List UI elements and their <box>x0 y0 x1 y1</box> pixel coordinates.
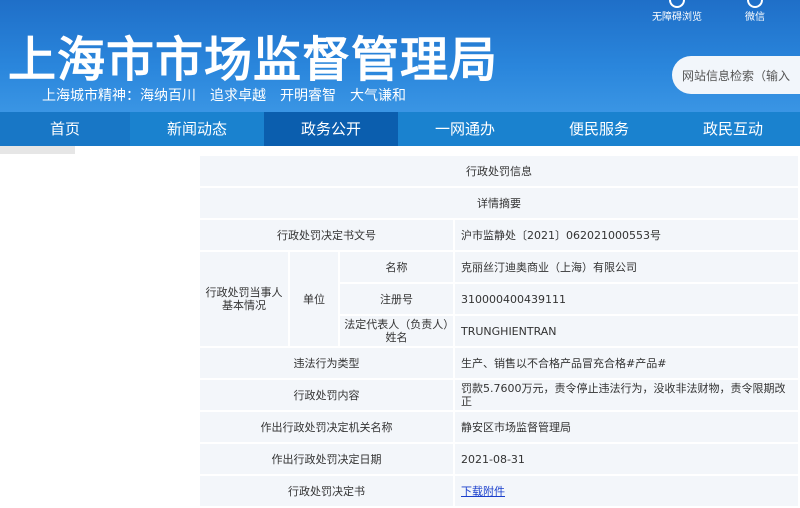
content-label: 行政处罚内容 <box>200 380 455 410</box>
wechat-icon <box>747 0 763 8</box>
nav-one-net[interactable]: 一网通办 <box>398 112 532 146</box>
search-input[interactable]: 网站信息检索（输入 <box>672 56 800 94</box>
summary-heading: 详情摘要 <box>200 188 800 218</box>
left-shadow <box>0 146 75 154</box>
file-label: 行政处罚决定书 <box>200 476 455 506</box>
site-header: 上海市市场监督管理局 上海城市精神：海纳百川 追求卓越 开明睿智 大气谦和 无障… <box>0 0 800 112</box>
penalty-table: 行政处罚信息 详情摘要 行政处罚决定书文号 沪市监静处〔2021〕06202100… <box>200 154 800 508</box>
wechat-label: 微信 <box>745 12 765 23</box>
doc-no-label: 行政处罚决定书文号 <box>200 220 455 250</box>
reg-label: 注册号 <box>340 284 455 314</box>
name-label: 名称 <box>340 252 455 282</box>
site-title: 上海市市场监督管理局 <box>8 32 499 88</box>
nav-news[interactable]: 新闻动态 <box>130 112 264 146</box>
reg-value: 310000400439111 <box>455 284 800 314</box>
accessibility-label: 无障碍浏览 <box>652 12 702 23</box>
nav-home[interactable]: 首页 <box>0 112 130 146</box>
party-label: 行政处罚当事人基本情况 <box>200 252 290 346</box>
wechat-button[interactable]: 微信 <box>738 0 772 23</box>
main-nav: 首页 新闻动态 政务公开 一网通办 便民服务 政民互动 <box>0 112 800 146</box>
date-label: 作出行政处罚决定日期 <box>200 444 455 474</box>
nav-interaction[interactable]: 政民互动 <box>666 112 800 146</box>
type-value: 生产、销售以不合格产品冒充合格#产品# <box>455 348 800 378</box>
org-label: 作出行政处罚决定机关名称 <box>200 412 455 442</box>
table-title: 行政处罚信息 <box>200 156 800 186</box>
nav-services[interactable]: 便民服务 <box>532 112 666 146</box>
accessibility-button[interactable]: 无障碍浏览 <box>648 0 706 23</box>
doc-no-value: 沪市监静处〔2021〕062021000553号 <box>455 220 800 250</box>
name-value: 克丽丝汀迪奥商业（上海）有限公司 <box>455 252 800 282</box>
type-label: 违法行为类型 <box>200 348 455 378</box>
accessibility-icon <box>669 0 685 8</box>
rep-label: 法定代表人（负责人）姓名 <box>340 316 455 346</box>
rep-value: TRUNGHIENTRAN <box>455 316 800 346</box>
city-slogan: 上海城市精神：海纳百川 追求卓越 开明睿智 大气谦和 <box>42 88 406 104</box>
download-attachment-link[interactable]: 下载附件 <box>461 485 505 498</box>
unit-label: 单位 <box>290 252 340 346</box>
org-value: 静安区市场监督管理局 <box>455 412 800 442</box>
content-value: 罚款5.7600万元，责令停止违法行为，没收非法财物，责令限期改正 <box>455 380 800 410</box>
date-value: 2021-08-31 <box>455 444 800 474</box>
nav-gov-affairs[interactable]: 政务公开 <box>264 112 398 146</box>
